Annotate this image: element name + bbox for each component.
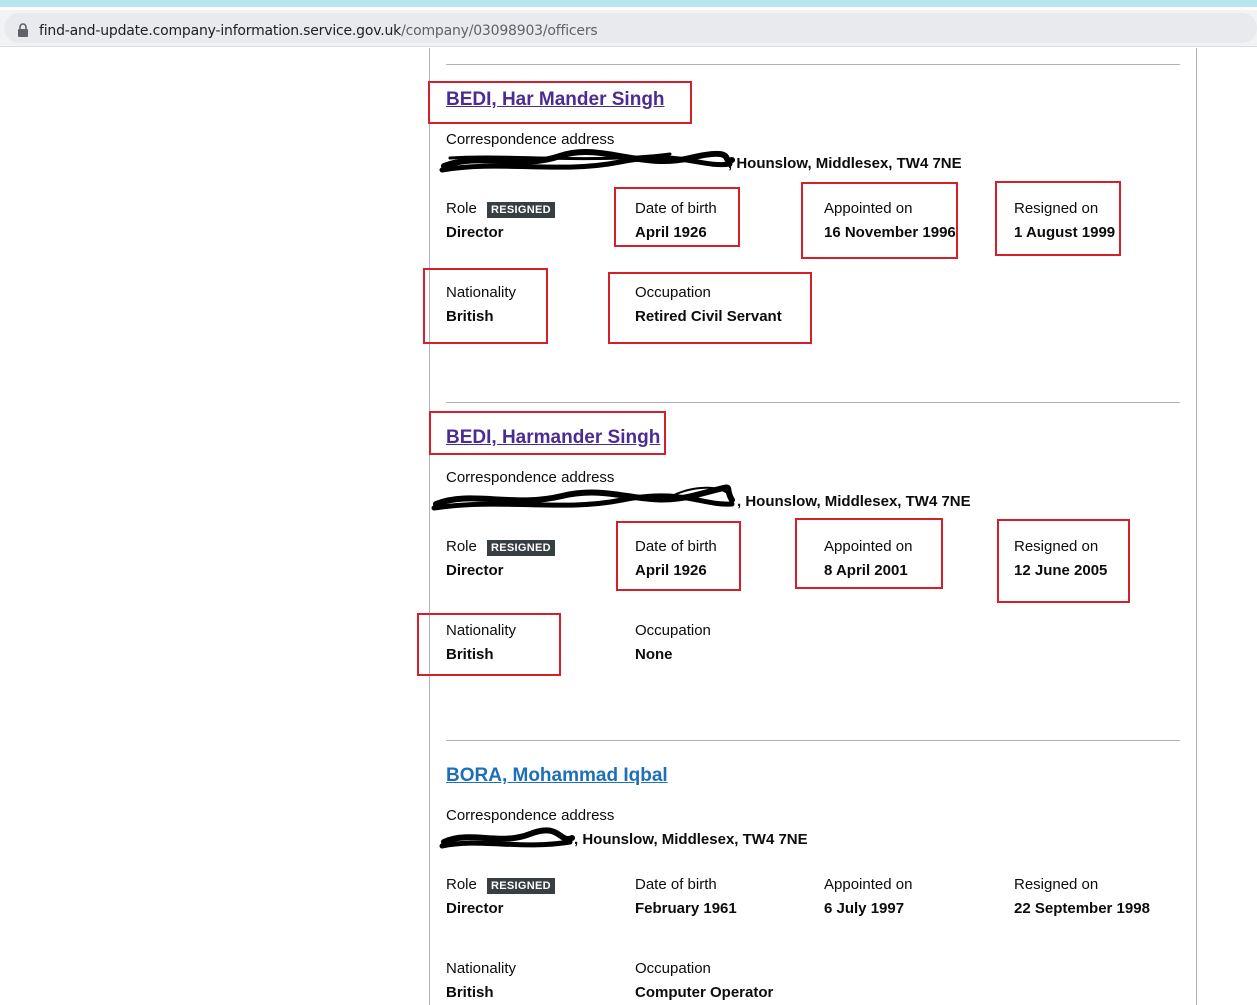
appointed-value: 6 July 1997: [824, 900, 905, 917]
dob-value: February 1961: [635, 900, 737, 917]
role-label: Role: [446, 200, 477, 217]
annotation-box-nationality: [423, 268, 548, 344]
role-value: Director: [446, 900, 504, 917]
url-text: find-and-update.company-information.serv…: [39, 23, 598, 39]
divider: [446, 402, 1180, 403]
browser-top-strip: [0, 0, 1257, 7]
nationality-label: Nationality: [446, 960, 517, 977]
annotation-box-appointed: [801, 182, 958, 259]
correspondence-address-value: , Hounslow, Middlesex, TW4 7NE: [574, 831, 808, 848]
occupation-label: Occupation: [635, 622, 711, 639]
status-badge: RESIGNED: [487, 878, 555, 894]
redaction-scribble: [439, 149, 735, 173]
lock-icon: [18, 23, 28, 37]
redaction-scribble: [439, 827, 575, 849]
browser-address-bar: find-and-update.company-information.serv…: [0, 10, 1257, 47]
role-label: Role: [446, 876, 477, 893]
role-value: Director: [446, 224, 504, 241]
annotation-box-dob: [614, 187, 740, 247]
divider: [446, 740, 1180, 741]
panel-border-left: [429, 48, 430, 1005]
annotation-box-occupation: [608, 272, 812, 344]
annotation-box-resigned: [995, 181, 1121, 256]
resigned-value: 22 September 1998: [1014, 900, 1150, 917]
correspondence-address-value: , Hounslow, Middlesex, TW4 7NE: [728, 155, 962, 172]
appointed-label: Appointed on: [824, 876, 913, 893]
dob-label: Date of birth: [635, 876, 717, 893]
occupation-label: Occupation: [635, 960, 711, 977]
url-field[interactable]: find-and-update.company-information.serv…: [4, 13, 1257, 43]
annotation-box-resigned: [997, 519, 1130, 603]
status-badge: RESIGNED: [487, 202, 555, 218]
officer-card: BORA, Mohammad Iqbal Correspondence addr…: [439, 740, 1180, 1005]
resigned-label: Resigned on: [1014, 876, 1099, 893]
occupation-value: None: [635, 646, 673, 663]
annotation-box-name: [429, 411, 666, 455]
status-badge: RESIGNED: [487, 540, 555, 556]
redaction-scribble: [431, 484, 735, 511]
annotation-box-dob: [616, 521, 741, 591]
annotation-box-nationality: [417, 613, 561, 676]
divider: [446, 64, 1180, 65]
role-label: Role: [446, 538, 477, 555]
url-domain: find-and-update.company-information.serv…: [39, 23, 402, 39]
panel-border-right: [1196, 48, 1197, 1005]
nationality-value: British: [446, 984, 494, 1001]
occupation-value: Computer Operator: [635, 984, 774, 1001]
officer-name-link[interactable]: BORA, Mohammad Iqbal: [446, 765, 668, 787]
correspondence-address-value: , Hounslow, Middlesex, TW4 7NE: [737, 493, 971, 510]
annotation-box-appointed: [795, 518, 943, 589]
role-value: Director: [446, 562, 504, 579]
url-path: /company/03098903/officers: [401, 23, 598, 39]
annotation-box-name: [428, 81, 692, 124]
